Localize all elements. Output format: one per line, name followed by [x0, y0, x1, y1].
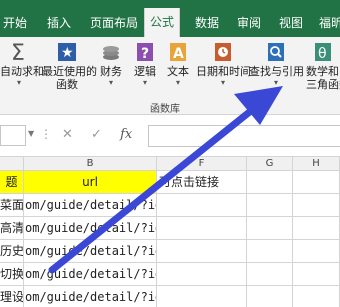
theta-book-icon: θ [315, 43, 331, 62]
column-header-h[interactable]: H [293, 157, 340, 171]
cell-g2[interactable] [247, 194, 293, 217]
cell-h2[interactable] [293, 194, 340, 217]
tab-data[interactable]: 数据 [192, 10, 222, 37]
lookup-label: 查找与引用 [249, 65, 304, 78]
cell-b2[interactable]: om/guide/detail/?id= [24, 194, 157, 217]
star-book-icon: ★ [58, 43, 76, 61]
svg-text:Σ: Σ [11, 41, 25, 63]
cancel-icon[interactable]: ✕ [62, 127, 73, 142]
autosum-button[interactable]: Σ 自动求和 ▾ [0, 41, 44, 88]
tab-home[interactable]: 开始 [0, 10, 30, 37]
svg-text:?: ? [141, 46, 149, 62]
cell-header-left[interactable]: 题 [0, 171, 24, 194]
column-header-g[interactable]: G [247, 157, 293, 171]
formula-bar: ▼ ⋮ ✕ ✓ fx [0, 115, 340, 157]
chevron-down-icon: ▾ [16, 78, 21, 87]
math-trig-button[interactable]: θ 数学和 三角函数 [306, 41, 340, 91]
cell-b5[interactable]: om/guide/detail/?id= [24, 263, 157, 286]
lookup-reference-button[interactable]: 查找与引用 ▾ [249, 41, 304, 88]
cell-h5[interactable] [293, 263, 340, 286]
datetime-label: 日期和时间 [196, 65, 251, 78]
financial-button[interactable]: 财务 ▾ [96, 41, 126, 88]
enter-icon[interactable]: ✓ [91, 127, 102, 142]
recent-functions-button[interactable]: ★ 最近使用的 函数 [42, 41, 97, 91]
cell-g5[interactable] [247, 263, 293, 286]
formula-input[interactable] [148, 125, 340, 147]
question-book-icon: ? [137, 43, 153, 62]
cell-header-url[interactable]: url [24, 171, 157, 194]
datetime-button[interactable]: 日期和时间 ▾ [196, 41, 251, 88]
math-label-2: 三角函数 [306, 78, 340, 91]
cell-h4[interactable] [293, 240, 340, 263]
cell-g6[interactable] [247, 286, 293, 307]
logical-button[interactable]: ? 逻辑 ▾ [131, 41, 159, 88]
insert-function-icon[interactable]: fx [120, 127, 132, 142]
cell-header-link[interactable]: 可点击链接 [157, 171, 247, 194]
column-header-f[interactable]: F [157, 157, 247, 171]
cell-g1[interactable] [247, 171, 293, 194]
tab-page-layout[interactable]: 页面布局 [86, 10, 142, 37]
coins-icon [103, 46, 119, 60]
ribbon-tab-bar: 开始 插入 页面布局 公式 数据 审阅 视图 福昕 [0, 0, 340, 37]
math-label-1: 数学和 [306, 65, 339, 78]
chevron-down-icon: ▾ [175, 78, 180, 87]
cell-a6[interactable]: 理设 [0, 286, 24, 307]
chevron-down-icon: ▾ [142, 78, 147, 87]
recent-label-2: 函数 [56, 78, 78, 91]
column-header-b[interactable]: B [24, 157, 157, 171]
text-book-icon: A [170, 43, 186, 62]
tab-view[interactable]: 视图 [276, 10, 306, 37]
cell-a4[interactable]: 历史 [0, 240, 24, 263]
cell-g4[interactable] [247, 240, 293, 263]
recent-label-1: 最近使用的 [42, 65, 97, 78]
formula-buttons: ✕ ✓ fx [62, 127, 146, 142]
ribbon-formulas: Σ 自动求和 ▾ ★ 最近使用的 函数 财务 ▾ ? 逻辑 ▾ A 文本 ▾ 日… [0, 37, 340, 115]
chevron-down-icon: ▾ [220, 78, 225, 87]
column-header-blank[interactable] [0, 157, 24, 171]
svg-text:A: A [173, 46, 184, 62]
cell-a3[interactable]: 高清 [0, 217, 24, 240]
logical-label: 逻辑 [134, 65, 156, 78]
tab-foxit[interactable]: 福昕 [316, 10, 340, 37]
cell-f5[interactable] [157, 263, 247, 286]
cell-h6[interactable] [293, 286, 340, 307]
cell-b4[interactable]: om/guide/detail/?id= [24, 240, 157, 263]
cell-f3[interactable] [157, 217, 247, 240]
tab-formulas[interactable]: 公式 [144, 8, 180, 37]
text-label: 文本 [167, 65, 189, 78]
financial-label: 财务 [100, 65, 122, 78]
tab-review[interactable]: 审阅 [234, 10, 264, 37]
chevron-down-icon[interactable]: ▼ [28, 129, 34, 138]
magnifier-book-icon [268, 43, 284, 61]
clock-book-icon [215, 43, 231, 61]
svg-text:★: ★ [61, 45, 74, 61]
sigma-icon: Σ [11, 41, 25, 63]
autosum-label: 自动求和 [0, 65, 44, 78]
function-library-group-label: 函数库 [150, 104, 180, 115]
cell-f2[interactable] [157, 194, 247, 217]
svg-text:θ: θ [318, 46, 327, 62]
cell-g3[interactable] [247, 217, 293, 240]
tab-insert[interactable]: 插入 [44, 10, 74, 37]
worksheet-grid: B F G H 题 url 可点击链接 菜面 om/guide/detail/?… [0, 157, 340, 307]
cell-b3[interactable]: om/guide/detail/?id= [24, 217, 157, 240]
chevron-down-icon: ▾ [108, 78, 113, 87]
name-box[interactable] [0, 125, 26, 146]
cell-f4[interactable] [157, 240, 247, 263]
more-dots-icon[interactable]: ⋮ [40, 127, 52, 141]
cell-a5[interactable]: 切换 [0, 263, 24, 286]
cell-h1[interactable] [293, 171, 340, 194]
text-button[interactable]: A 文本 ▾ [164, 41, 192, 88]
cell-f6[interactable] [157, 286, 247, 307]
cell-a2[interactable]: 菜面 [0, 194, 24, 217]
cell-b6[interactable]: om/guide/detail/?id= [24, 286, 157, 307]
chevron-down-icon: ▾ [273, 78, 278, 87]
cell-h3[interactable] [293, 217, 340, 240]
